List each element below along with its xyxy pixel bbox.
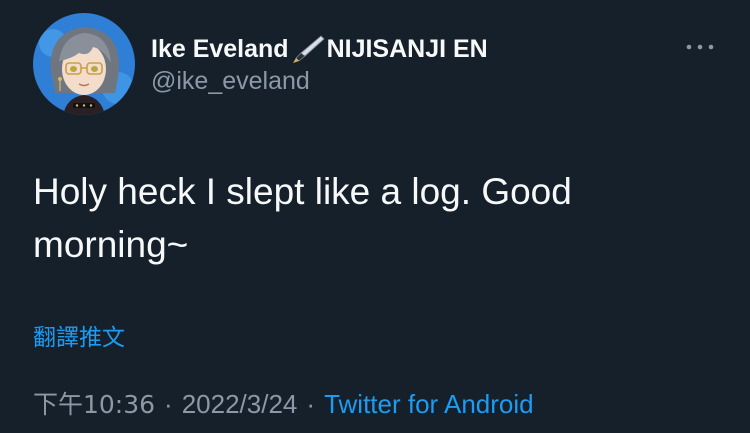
author-block[interactable]: Ike Eveland NIJISANJI EN @ike_eveland (151, 33, 488, 96)
tweet-text: Holy heck I slept like a log. Good morni… (33, 171, 572, 265)
avatar[interactable] (33, 13, 135, 115)
translate-tweet-link[interactable]: 翻譯推文 (33, 318, 125, 352)
affiliation-label: NIJISANJI EN (326, 34, 488, 63)
tweet-metadata: 下午10:36 · 2022/3/24 · Twitter for Androi… (33, 385, 534, 421)
meta-separator: · (164, 389, 173, 419)
tweet-source-link[interactable]: Twitter for Android (324, 389, 534, 420)
user-handle: @ike_eveland (151, 67, 310, 95)
user-avatar-icon (33, 13, 135, 115)
tweet-card: Ike Eveland NIJISANJI EN @ike_eveland Ho… (0, 0, 750, 433)
fountain-pen-icon (291, 34, 325, 64)
meta-separator: · (306, 389, 316, 419)
display-name-row[interactable]: Ike Eveland NIJISANJI EN (151, 33, 488, 65)
more-horizontal-icon[interactable] (684, 38, 716, 56)
display-name: Ike Eveland (151, 34, 289, 63)
tweet-time[interactable]: 下午10:36 (33, 385, 155, 421)
tweet-date[interactable]: 2022/3/24 (182, 389, 298, 420)
